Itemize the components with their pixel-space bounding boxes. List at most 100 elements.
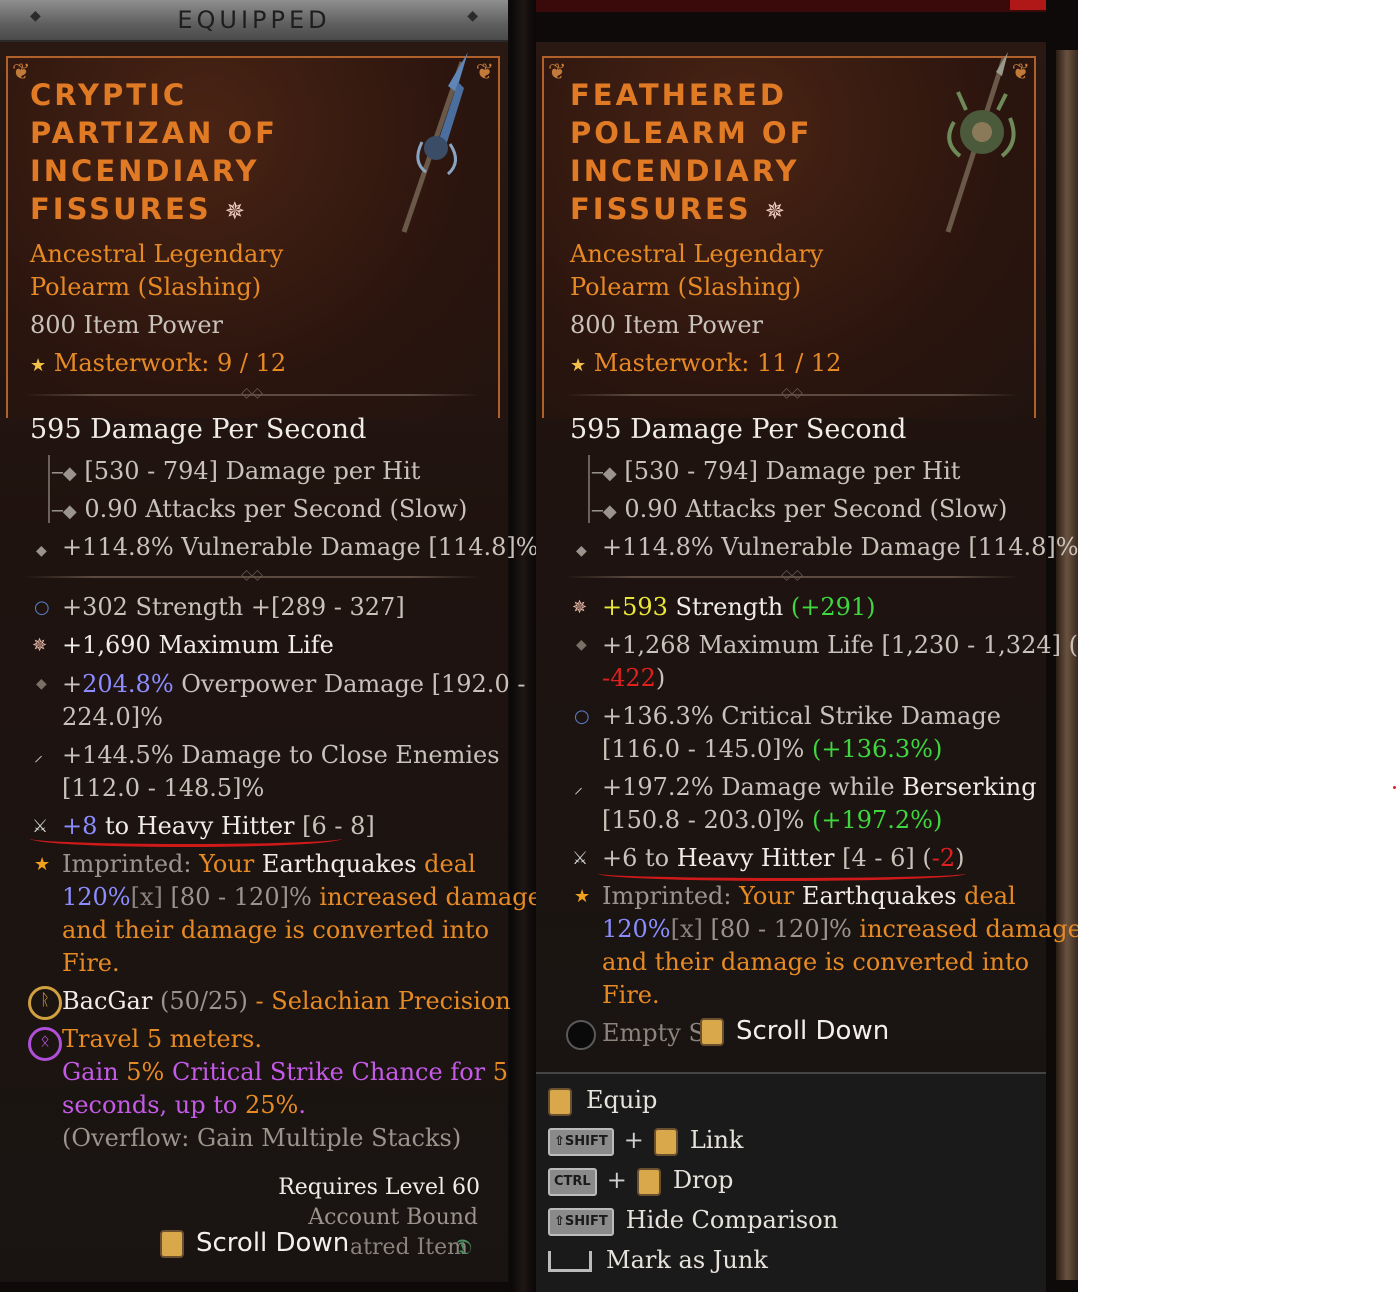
aspect-text: Your (731, 882, 802, 910)
mouse-left-click-icon (636, 1167, 661, 1196)
strength-diff: (+291) (790, 593, 876, 621)
legendary-aspect-icon: ✵ (764, 197, 788, 225)
game-viewport: ◆ EQUIPPED ◆ ❦ ❦ CRYPTIC PARTIZAN OF INC… (0, 0, 1078, 1292)
gem-name: BacGar (62, 987, 153, 1015)
equipped-label: EQUIPPED (177, 6, 331, 34)
shift-key-icon: ⇧SHIFT (548, 1127, 614, 1156)
frame-corner-icon: ❦ (548, 60, 567, 85)
damage-per-hit-text: [530 - 794] Damage per Hit (84, 457, 421, 485)
greater-affix-ring-icon: ○ (34, 597, 50, 618)
life-diff: -422 (602, 664, 656, 692)
item-power: 800 Item Power (30, 311, 223, 339)
aspect-text: deal (416, 850, 476, 878)
crit-range: [116.0 - 145.0]% (602, 735, 812, 763)
gem-effect-text: Gain (62, 1058, 127, 1086)
aspect-line-1: Imprinted: Your Earthquakes deal (602, 880, 1016, 913)
title-line: FEATHERED (570, 78, 787, 112)
polearm-weapon-icon (945, 52, 1016, 233)
gem-effect-value: 5 (492, 1058, 509, 1086)
section-divider: ◇◇ (564, 567, 1020, 583)
damage-per-hit: ─◆ [530 - 794] Damage per Hit (592, 457, 961, 485)
aspect-line-4: Fire. (62, 949, 120, 977)
action-hints-bar: Equip ⇧SHIFT + Link CTRL + Drop ⇧SHIFT Hide C… (536, 1072, 1046, 1292)
implicit-vulnerable: ◆ +114.8% Vulnerable Damage [114.8]% (36, 531, 539, 568)
action-link[interactable]: ⇧SHIFT + Link (548, 1126, 743, 1156)
frame-corner-icon: ❦ (12, 60, 31, 85)
star-icon: ★ (570, 355, 587, 376)
key-combo-plus: + (606, 1166, 627, 1194)
vulnerable-text: +114.8% Vulnerable Damage [114.8]% (62, 533, 539, 561)
affix-close-enemies-range: [112.0 - 148.5]% (62, 774, 265, 802)
section-divider: ◇◇ (564, 385, 1020, 401)
affix-max-life: +1,268 Maximum Life [1,230 - 1,324] ( (602, 631, 1078, 659)
header-ornament-icon: ◆ (30, 8, 41, 24)
overpower-value: 204.8% (82, 670, 174, 698)
action-drop[interactable]: CTRL + Drop (548, 1166, 733, 1196)
aspect-range: [80 - 120]% (162, 883, 312, 911)
attacks-per-second-text: 0.90 Attacks per Second (Slow) (624, 495, 1008, 523)
item-type-line: Polearm (Slashing) (30, 273, 262, 301)
title-line: FISSURES (570, 192, 752, 226)
gem-dash: - (247, 987, 272, 1015)
affix-overpower: +204.8% Overpower Damage [192.0 - (62, 668, 525, 701)
shift-key-icon: ⇧SHIFT (548, 1207, 614, 1236)
scroll-down-hint[interactable]: Scroll Down (160, 1228, 349, 1258)
key-combo-plus: + (623, 1126, 644, 1154)
berserk-range: [150.8 - 203.0]% (602, 806, 812, 834)
berserk-name: Berserking (902, 773, 1037, 801)
header-ornament-icon: ◆ (467, 8, 478, 24)
title-line: INCENDIARY (570, 154, 800, 188)
axe-icon: ⸝ (574, 777, 583, 798)
item-power: 800 Item Power (570, 311, 763, 339)
aspect-value: 120% (602, 915, 671, 943)
legendary-aspect-icon: ✵ (224, 197, 248, 225)
empty-socket-label: Empty S (602, 1019, 705, 1047)
action-mark-junk[interactable]: Mark as Junk (548, 1246, 768, 1274)
equipped-item-title: CRYPTIC PARTIZAN OF INCENDIARY FISSURES … (30, 76, 330, 230)
stat-tree-connector (588, 455, 590, 523)
divider-ornament-icon: ◇◇ (781, 385, 803, 401)
gem-effect-text: seconds, up to (62, 1091, 245, 1119)
gem-condition: Travel 5 meters. (62, 1025, 262, 1053)
action-label: Equip (586, 1086, 658, 1114)
divider-ornament-icon: ◇◇ (241, 385, 263, 401)
action-label: Drop (672, 1166, 734, 1194)
aspect-text: increased damage (311, 883, 542, 911)
affix-crit-damage: +136.3% Critical Strike Damage (602, 702, 1001, 730)
masterwork-line: ★ Masterwork: 11 / 12 (570, 347, 841, 382)
greater-affix-ring-icon: ○ (574, 706, 590, 727)
strength-name: Strength (667, 593, 791, 621)
gem-effect-1: Gain 5% Critical Strike Chance for 5 (62, 1056, 508, 1089)
red-annotation-underline (598, 866, 966, 881)
red-annotation-underline (30, 830, 342, 847)
star-icon: ★ (34, 854, 51, 875)
action-equip[interactable]: Equip (548, 1086, 657, 1116)
affix-strength: +302 Strength +[289 - 327] (62, 593, 405, 621)
implicit-vulnerable: ◆ +114.8% Vulnerable Damage [114.8]% (576, 531, 1078, 568)
requires-level: Requires Level 60 (278, 1175, 480, 1200)
title-line: POLEARM OF (570, 116, 813, 150)
section-divider: ◇◇ (24, 385, 480, 401)
affix-overpower-range: 224.0]% (62, 703, 163, 731)
gem-count: (50/25) (152, 987, 248, 1015)
aspect-value: 120% (62, 883, 131, 911)
aspect-text: Your (191, 850, 262, 878)
gem-bonus: Selachian Precision (271, 987, 511, 1015)
attacks-per-second: ─◆ 0.90 Attacks per Second (Slow) (52, 495, 468, 523)
tempered-item: atred Item (350, 1235, 468, 1260)
aspect-text: deal (956, 882, 1016, 910)
item-type-line: Polearm (Slashing) (570, 273, 802, 301)
crossed-swords-icon: ⚔ (572, 848, 589, 869)
affix-crit-damage-range: [116.0 - 145.0]% (+136.3%) (602, 733, 942, 766)
title-line: FISSURES (30, 192, 212, 226)
action-hide-comparison[interactable]: ⇧SHIFT Hide Comparison (548, 1206, 838, 1236)
aspect-line-3: and their damage is converted into (62, 916, 490, 944)
aspect-text: increased damage (851, 915, 1078, 943)
rune-socket-icon: ᛟ (28, 1027, 62, 1061)
stat-tree-connector (48, 455, 50, 523)
scroll-down-hint[interactable]: Scroll Down (700, 1016, 889, 1046)
aspect-multiplier: [x] (130, 883, 163, 911)
gem-title: BacGar (50/25) - Selachian Precision (62, 985, 511, 1018)
berserk-text: +197.2% Damage while (602, 773, 903, 801)
key-label: CTRL (554, 1173, 591, 1189)
